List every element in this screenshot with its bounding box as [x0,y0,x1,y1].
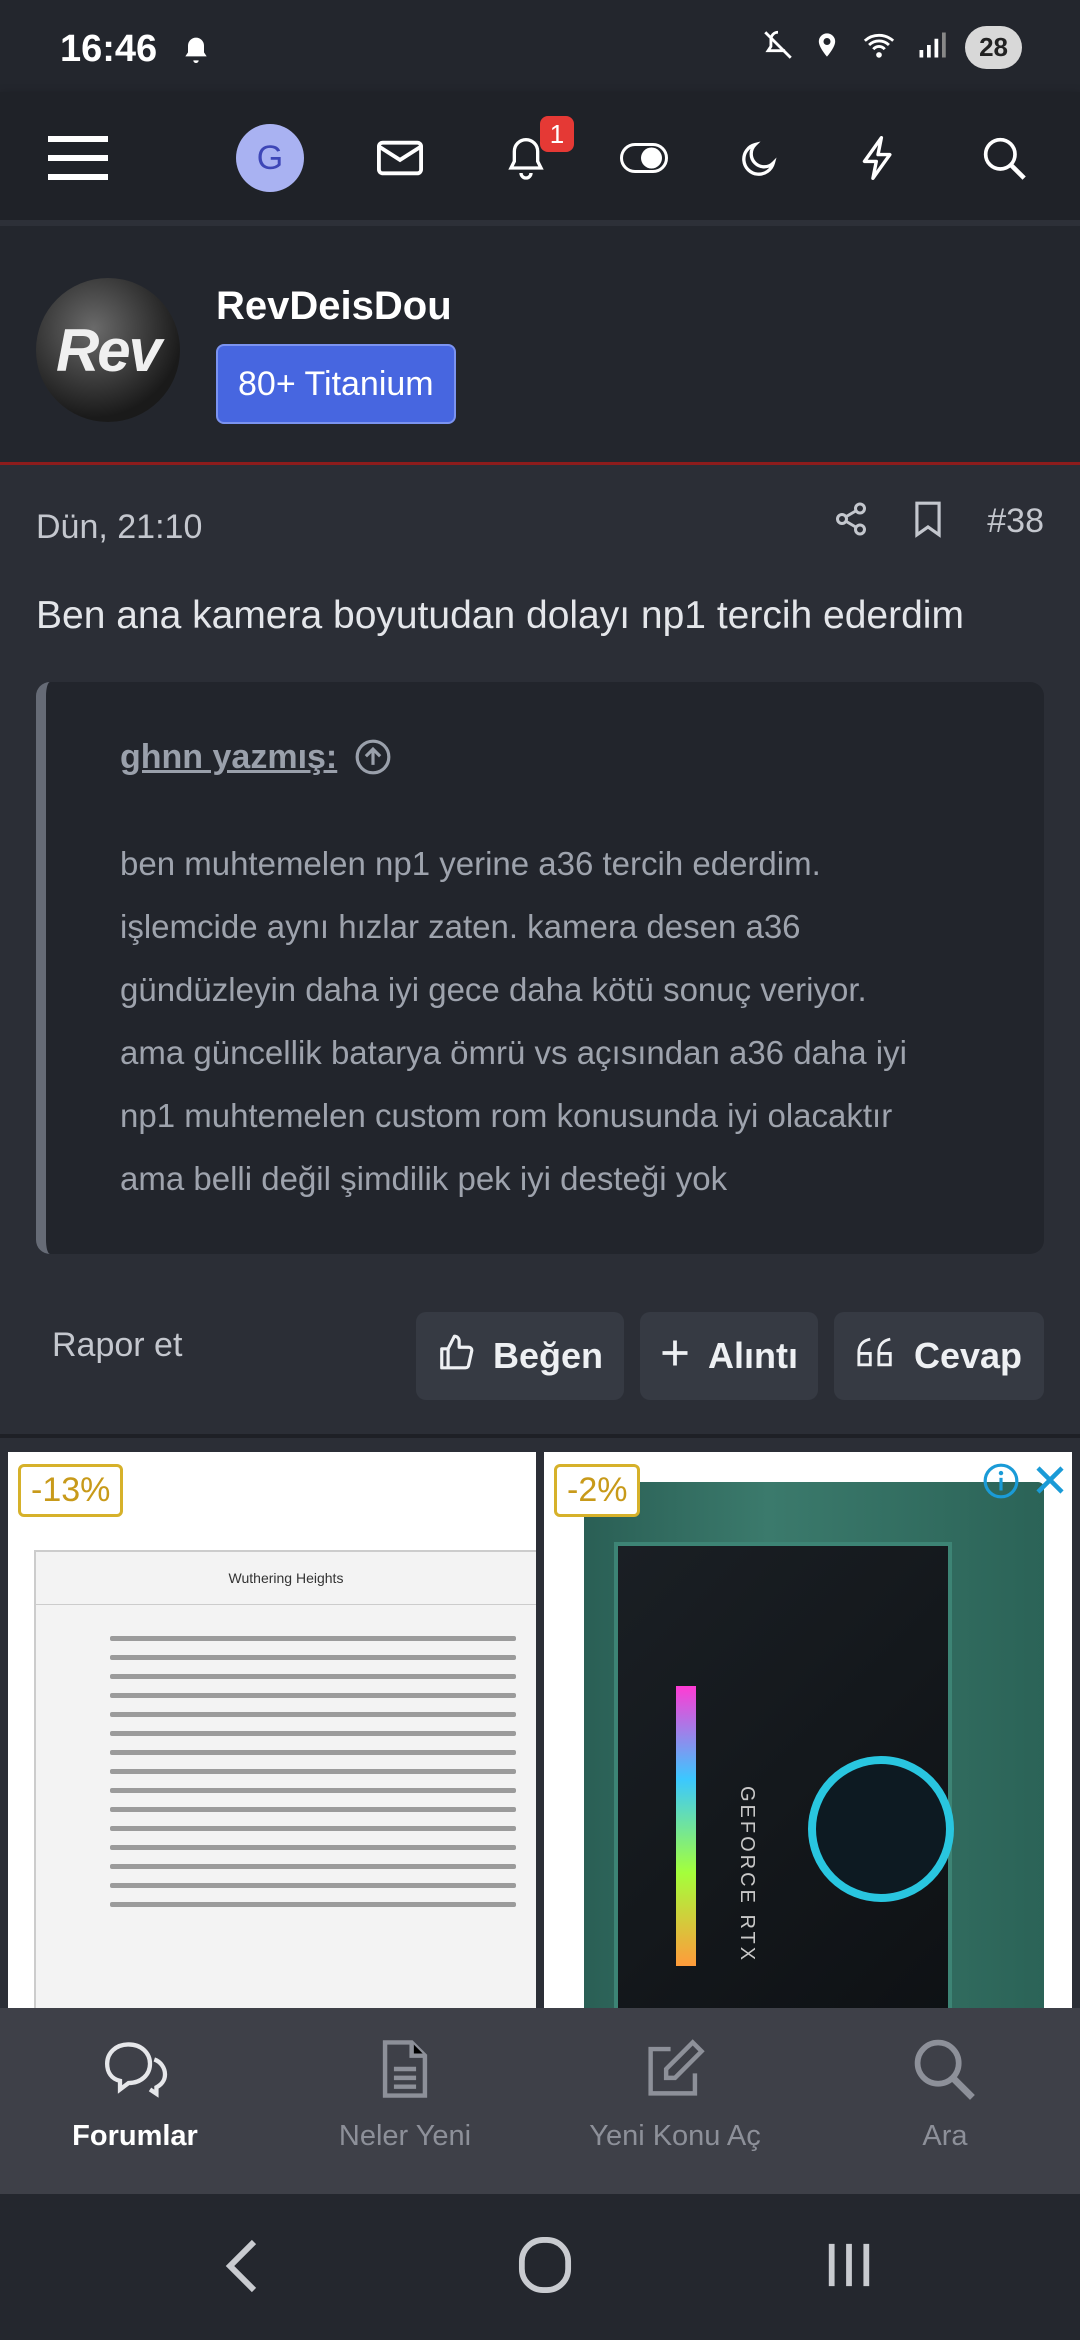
ad-info-icon[interactable] [982,1462,1020,1505]
wifi-icon [859,28,899,67]
location-icon [813,28,841,67]
recents-icon[interactable] [824,2240,874,2295]
document-icon [270,2038,540,2108]
edit-icon [540,2038,810,2108]
tab-yeni-konu-ac[interactable]: Yeni Konu Aç [540,2008,810,2194]
search-icon [810,2038,1080,2108]
share-icon[interactable] [833,500,869,543]
like-label: Beğen [492,1335,604,1376]
divider [0,1434,1080,1438]
tab-label: Yeni Konu Aç [589,2120,761,2152]
post-author-header: Rev RevDeisDou 80+ Titanium [0,226,1080,465]
quote-button[interactable]: Alıntı [640,1312,818,1400]
ad-controls [982,1462,1068,1505]
post-actions: #38 [833,500,1044,543]
top-navigation: G 1 [0,92,1080,226]
discount-badge: -13% [18,1464,124,1517]
quote-marks-icon [856,1335,896,1378]
signal-icon [917,30,947,65]
pc-case-image: GEFORCE RTX [584,1482,1044,2012]
home-icon[interactable] [518,2236,572,2299]
mail-icon[interactable] [370,128,430,188]
quote-line: işlemcide aynı hızlar zaten. kamera dese… [120,908,801,945]
plus-icon [660,1335,690,1377]
post-number[interactable]: #38 [987,502,1044,541]
tab-neler-yeni[interactable]: Neler Yeni [270,2008,540,2194]
quote-label: Alıntı [708,1335,798,1376]
system-navigation-bar [0,2194,1080,2340]
ad-close-icon[interactable] [1032,1462,1068,1505]
post-date[interactable]: Dün, 21:10 [36,508,202,547]
ebook-image: Wuthering Heights [34,1550,536,2012]
reply-button[interactable]: Cevap [834,1312,1044,1400]
discount-badge: -2% [554,1464,641,1517]
tab-label: Ara [922,2120,968,2152]
quote-line: ben muhtemelen np1 yerine a36 tercih ede… [120,845,821,882]
quote-line: ama güncellik batarya ömrü vs açısından … [120,1034,907,1071]
bottom-navigation: Forumlar Neler Yeni Yeni Konu Aç Ara [0,2008,1080,2194]
mute-icon [761,28,795,67]
quote-text: ben muhtemelen np1 yerine a36 tercih ede… [120,832,1000,1210]
search-icon[interactable] [974,128,1034,188]
ebook-title: Wuthering Heights [36,1552,536,1605]
quote-author[interactable]: ghnn yazmış: [120,738,337,777]
report-link[interactable]: Rapor et [52,1326,182,1365]
post-body: Ben ana kamera boyutudan dolayı np1 terc… [36,594,964,637]
quote-block: ghnn yazmış: ben muhtemelen np1 yerine a… [36,682,1044,1254]
tab-forumlar[interactable]: Forumlar [0,2008,270,2194]
account-avatar[interactable]: G [236,124,304,192]
notification-bell-status-icon [180,34,212,73]
ad-pc-case[interactable]: GEFORCE RTX -2% [544,1452,1072,2012]
lightning-icon[interactable] [848,128,908,188]
dark-mode-moon-icon[interactable] [730,128,790,188]
gpu-label: GEFORCE RTX [736,1786,758,1964]
status-bar: 16:46 28 [0,0,1080,92]
bookmark-icon[interactable] [913,500,943,543]
jump-to-quote-icon[interactable] [354,738,392,781]
ebook-text-lines [110,1622,516,1921]
tab-label: Forumlar [72,2120,198,2152]
user-title-badge: 80+ Titanium [216,344,456,424]
chat-bubbles-icon [0,2038,270,2108]
toggle-icon[interactable] [614,128,674,188]
thumbs-up-icon [437,1333,475,1380]
ad-ebook-reader[interactable]: Wuthering Heights -13% [8,1452,536,2012]
quote-line: ama belli değil şimdilik pek iyi desteği… [120,1160,728,1197]
back-icon[interactable] [222,2238,262,2299]
menu-icon[interactable] [48,128,108,188]
quote-line: gündüzleyin daha iyi gece daha kötü sonu… [120,971,867,1008]
author-name[interactable]: RevDeisDou [216,284,452,329]
like-button[interactable]: Beğen [416,1312,624,1400]
notification-badge: 1 [540,116,574,152]
tab-ara[interactable]: Ara [810,2008,1080,2194]
tab-label: Neler Yeni [338,2120,472,2152]
clock: 16:46 [60,28,158,70]
reply-label: Cevap [913,1335,1023,1376]
avatar-text: Rev [55,316,162,384]
quote-line: np1 muhtemelen custom rom konusunda iyi … [120,1097,893,1134]
battery-indicator: 28 [965,26,1022,69]
author-avatar[interactable]: Rev [36,278,180,422]
